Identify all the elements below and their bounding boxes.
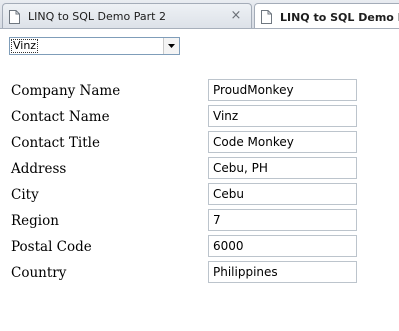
address-label: Address	[11, 161, 67, 177]
tab-label: LINQ to SQL Demo Part 3	[280, 10, 399, 24]
postal-code-label: Postal Code	[11, 239, 92, 255]
contact-title-label: Contact Title	[11, 135, 100, 151]
dropdown-arrow-button[interactable]	[163, 38, 179, 54]
close-tab-icon[interactable]: ×	[229, 9, 243, 23]
company-name-field[interactable]: ProudMonkey	[208, 79, 357, 101]
form-row-city: City Cebu	[11, 183, 361, 209]
address-field[interactable]: Cebu, PH	[208, 157, 357, 179]
form-row-postal-code: Postal Code 6000	[11, 235, 361, 261]
country-label: Country	[11, 265, 67, 281]
chevron-down-icon	[168, 44, 175, 48]
region-label: Region	[11, 213, 59, 229]
form-row-company-name: Company Name ProudMonkey	[11, 79, 361, 105]
customer-dropdown-value: Vinz	[10, 39, 39, 53]
region-field[interactable]: 7	[208, 209, 357, 231]
customer-dropdown[interactable]: Vinz	[9, 37, 180, 55]
form-row-country: Country Philippines	[11, 261, 361, 287]
tab-linq-demo-part-2[interactable]: LINQ to SQL Demo Part 2 ×	[2, 3, 252, 28]
form-row-contact-name: Contact Name Vinz	[11, 105, 361, 131]
tab-strip: LINQ to SQL Demo Part 2 × LINQ to SQL De…	[0, 0, 399, 29]
tab-label: LINQ to SQL Demo Part 2	[28, 10, 166, 23]
customer-form: Company Name ProudMonkey Contact Name Vi…	[11, 79, 361, 287]
city-field[interactable]: Cebu	[208, 183, 357, 205]
form-row-contact-title: Contact Title Code Monkey	[11, 131, 361, 157]
contact-title-field[interactable]: Code Monkey	[208, 131, 357, 153]
city-label: City	[11, 187, 39, 203]
postal-code-field[interactable]: 6000	[208, 235, 357, 257]
form-row-address: Address Cebu, PH	[11, 157, 361, 183]
contact-name-label: Contact Name	[11, 109, 110, 125]
country-field[interactable]: Philippines	[208, 261, 357, 283]
form-row-region: Region 7	[11, 209, 361, 235]
tab-linq-demo-part-3[interactable]: LINQ to SQL Demo Part 3	[254, 3, 399, 28]
page-icon	[9, 9, 20, 24]
company-name-label: Company Name	[11, 83, 121, 99]
contact-name-field[interactable]: Vinz	[208, 105, 357, 127]
page-icon	[261, 10, 272, 24]
